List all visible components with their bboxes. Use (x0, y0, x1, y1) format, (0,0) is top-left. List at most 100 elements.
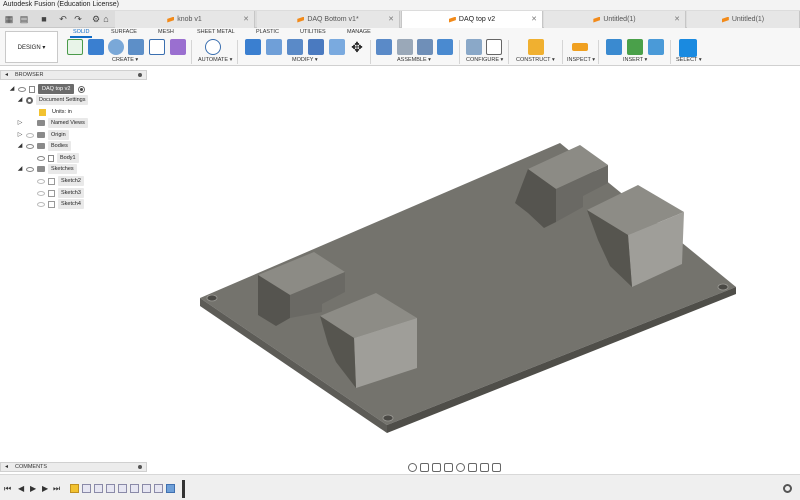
tab-untitled-1[interactable]: Untitled(1) ✕ (544, 11, 686, 28)
visibility-icon[interactable] (37, 178, 45, 184)
tree-body1[interactable]: Body1 (37, 153, 79, 163)
tab-plastic[interactable]: PLASTIC (256, 29, 279, 35)
revolve-icon[interactable] (108, 39, 124, 55)
expand-arrow-icon[interactable]: ▷ (17, 118, 23, 128)
go-to-start-icon[interactable]: ⏮ (4, 484, 11, 494)
assemble-menu[interactable]: ASSEMBLE ▾ (397, 57, 431, 63)
panel-options-icon[interactable] (138, 465, 142, 469)
visibility-icon[interactable] (37, 190, 45, 196)
timeline-feature[interactable] (154, 484, 163, 493)
active-radio-icon[interactable] (78, 85, 86, 93)
new-component-icon[interactable] (376, 39, 392, 55)
visibility-icon[interactable] (26, 132, 34, 138)
timeline-settings-icon[interactable] (783, 484, 792, 493)
tree-named-views[interactable]: ▷ Named Views (17, 118, 88, 128)
tab-sheet-metal[interactable]: SHEET METAL (197, 29, 235, 35)
create-menu[interactable]: CREATE ▾ (112, 57, 138, 63)
create-sketch-icon[interactable] (67, 39, 83, 55)
tab-daq-bottom[interactable]: DAQ Bottom v1* ✕ (257, 11, 400, 28)
as-built-joint-icon[interactable] (417, 39, 433, 55)
expand-arrow-icon[interactable]: ▷ (17, 130, 23, 140)
expand-arrow-icon[interactable]: ◢ (17, 141, 23, 151)
extrude-icon[interactable] (88, 39, 104, 55)
play-icon[interactable]: ▶ (30, 484, 36, 493)
grid-settings-icon[interactable] (480, 462, 489, 472)
visibility-icon[interactable] (37, 155, 45, 161)
select-icon[interactable] (679, 39, 697, 57)
configure-menu[interactable]: CONFIGURE ▾ (466, 57, 503, 63)
insert-derive-icon[interactable] (606, 39, 622, 55)
rigid-group-icon[interactable] (437, 39, 453, 55)
close-icon[interactable]: ✕ (388, 11, 394, 28)
collapse-icon[interactable]: ◂ (5, 71, 8, 80)
joint-icon[interactable] (397, 39, 413, 55)
move-icon[interactable]: ✥ (349, 39, 365, 55)
timeline-feature[interactable] (166, 484, 175, 493)
expand-arrow-icon[interactable]: ◢ (17, 95, 23, 105)
collapse-icon[interactable]: ◂ (5, 463, 8, 472)
visibility-icon[interactable] (37, 201, 45, 207)
modify-menu[interactable]: MODIFY ▾ (292, 57, 318, 63)
daq-top-model[interactable] (200, 143, 736, 433)
tree-sketch2[interactable]: Sketch2 (37, 176, 84, 186)
browser-panel-header[interactable]: ◂ BROWSER (0, 70, 147, 80)
chamfer-icon[interactable] (287, 39, 303, 55)
insert-menu[interactable]: INSERT ▾ (623, 57, 647, 63)
viewports-icon[interactable] (492, 462, 501, 472)
grid-menu-icon[interactable]: ▦ (3, 13, 15, 25)
form-icon[interactable] (170, 39, 186, 55)
plate-top-face[interactable] (200, 143, 736, 425)
offset-plane-icon[interactable] (528, 39, 544, 55)
visibility-icon[interactable] (18, 86, 26, 92)
insert-image-icon[interactable] (648, 39, 664, 55)
timeline-feature[interactable] (82, 484, 91, 493)
inspect-menu[interactable]: INSPECT ▾ (567, 57, 595, 63)
tree-document[interactable]: ◢ DAQ top v2 (9, 84, 86, 94)
pan-icon[interactable] (432, 462, 441, 472)
step-back-icon[interactable]: ◀ (18, 484, 24, 493)
pattern-icon[interactable] (149, 39, 165, 55)
timeline-feature[interactable] (94, 484, 103, 493)
tab-untitled-2[interactable]: Untitled(1) (687, 11, 800, 28)
step-forward-icon[interactable]: ▶ (42, 484, 48, 493)
display-settings-icon[interactable] (468, 462, 477, 472)
automate-icon[interactable] (205, 39, 221, 55)
tree-units[interactable]: Units: in (39, 107, 75, 117)
go-to-end-icon[interactable]: ⏭ (53, 484, 60, 494)
shell-icon[interactable] (308, 39, 324, 55)
visibility-icon[interactable] (26, 143, 34, 149)
tab-utilities[interactable]: UTILITIES (300, 29, 326, 35)
redo-icon[interactable]: ↷ (72, 13, 84, 25)
tree-sketch4[interactable]: Sketch4 (37, 199, 84, 209)
home-icon[interactable]: ⌂ (100, 13, 112, 25)
comments-panel-header[interactable]: ◂ COMMENTS (0, 462, 147, 472)
timeline-feature[interactable] (106, 484, 115, 493)
tree-document-settings[interactable]: ◢ Document Settings (17, 95, 89, 105)
insert-mesh-icon[interactable] (627, 39, 643, 55)
tab-knob[interactable]: knob v1 ✕ (115, 11, 255, 28)
fillet-icon[interactable] (266, 39, 282, 55)
look-at-icon[interactable] (420, 462, 429, 472)
tree-origin[interactable]: ▷ Origin (17, 130, 69, 140)
tab-manage[interactable]: MANAGE (347, 29, 371, 35)
panel-options-icon[interactable] (138, 73, 142, 77)
workspace-switcher-button[interactable]: DESIGN ▾ (5, 31, 58, 63)
press-pull-icon[interactable] (245, 39, 261, 55)
timeline-feature[interactable] (130, 484, 139, 493)
save-icon[interactable]: ■ (38, 13, 50, 25)
tab-surface[interactable]: SURFACE (111, 29, 137, 35)
zoom-window-icon[interactable] (456, 462, 465, 472)
zoom-icon[interactable] (444, 462, 453, 472)
tab-daq-top[interactable]: DAQ top v2 ✕ (401, 11, 543, 28)
visibility-icon[interactable] (26, 166, 34, 172)
file-menu-icon[interactable]: ▤ (18, 13, 30, 25)
timeline-feature[interactable] (118, 484, 127, 493)
measure-icon[interactable] (572, 43, 588, 51)
clip-block[interactable] (587, 185, 684, 235)
undo-icon[interactable]: ↶ (57, 13, 69, 25)
table-icon[interactable] (486, 39, 502, 55)
timeline-marker[interactable] (182, 480, 185, 498)
clip-block[interactable] (258, 252, 345, 295)
hole-icon[interactable] (128, 39, 144, 55)
orbit-icon[interactable] (408, 462, 417, 472)
